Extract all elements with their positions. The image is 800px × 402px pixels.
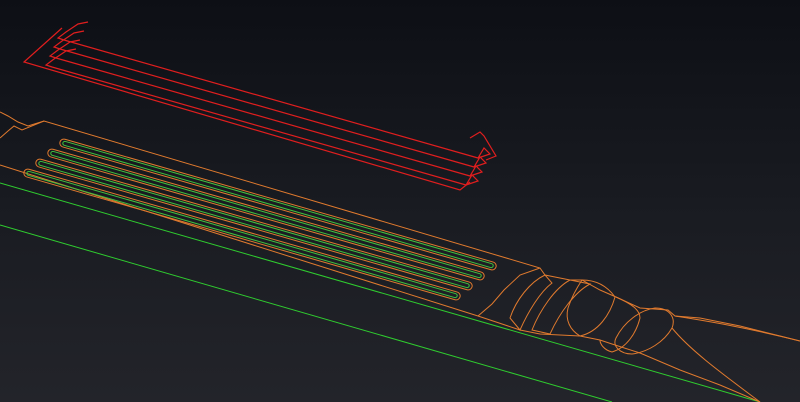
toolpath-pass-1[interactable]: [56, 21, 492, 159]
slot-group[interactable]: [23, 138, 497, 301]
toolpath-group[interactable]: [22, 21, 497, 191]
leg-bead-2: [531, 279, 592, 335]
leg-bead-1: [509, 274, 553, 331]
panel-edge-bottom: [0, 164, 761, 402]
reference-line-upper: [0, 182, 761, 402]
slot-pocket-profile: [50, 150, 482, 279]
leg-ring: [614, 307, 674, 355]
leg-collar: [566, 279, 616, 337]
toolpath-lead-in[interactable]: [22, 27, 471, 191]
slot-pocket-profile: [38, 160, 470, 289]
reference-line-lower: [0, 224, 613, 402]
reference-lines: [0, 182, 761, 402]
cam-3d-viewport[interactable]: [0, 0, 800, 402]
slot-3[interactable]: [35, 158, 473, 291]
slot-2[interactable]: [47, 148, 485, 281]
leg-taper: [671, 315, 800, 402]
cad-scene[interactable]: [0, 0, 800, 402]
